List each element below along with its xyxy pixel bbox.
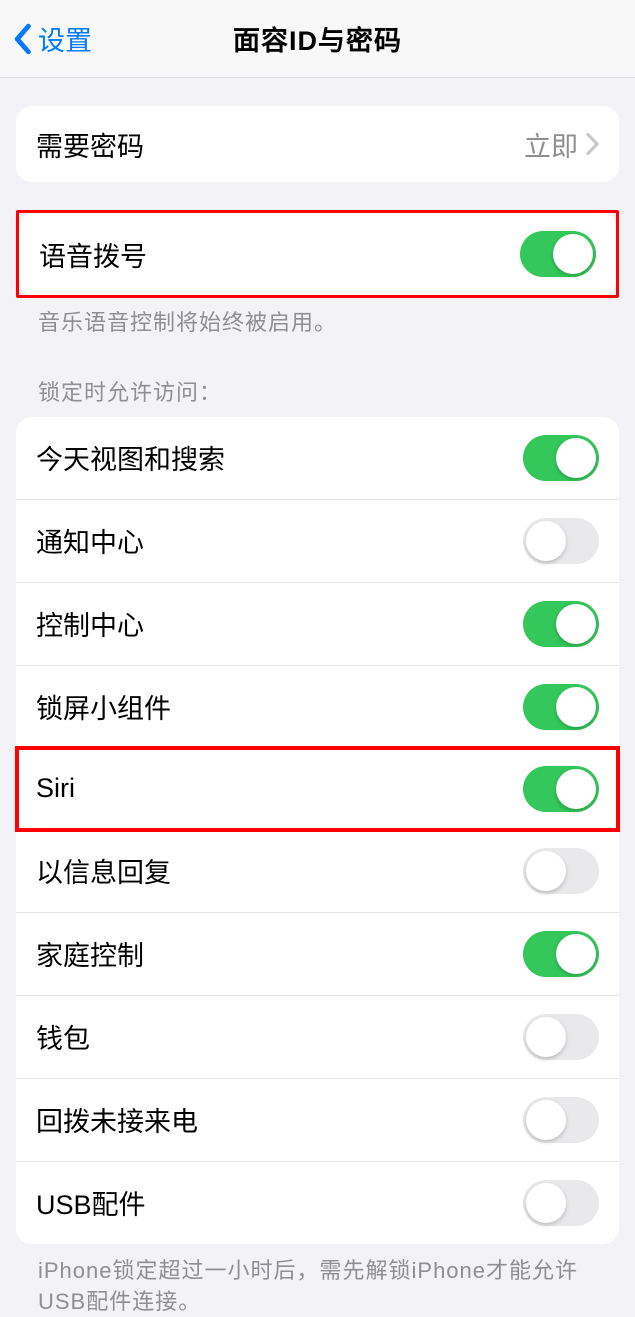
allow-access-footer: iPhone锁定超过一小时后，需先解锁iPhone才能允许USB配件连接。: [16, 1244, 619, 1317]
allow-item-toggle[interactable]: [523, 766, 599, 812]
allow-item-row: 控制中心: [16, 582, 619, 665]
voice-dial-footer: 音乐语音控制将始终被启用。: [16, 298, 619, 339]
chevron-left-icon: [12, 23, 32, 55]
allow-item-row: 家庭控制: [16, 912, 619, 995]
allow-item-label: 钱包: [36, 1017, 90, 1056]
allow-item-toggle[interactable]: [523, 931, 599, 977]
allow-item-row: 今天视图和搜索: [16, 417, 619, 499]
navigation-bar: 设置 面容ID与密码: [0, 0, 635, 78]
allow-item-row: 锁屏小组件: [16, 665, 619, 748]
allow-item-row: 钱包: [16, 995, 619, 1078]
allow-item-row: Siri: [16, 748, 619, 830]
back-button[interactable]: 设置: [12, 19, 92, 58]
allow-access-header: 锁定时允许访问：: [16, 375, 619, 417]
allow-item-row: 以信息回复: [16, 830, 619, 912]
allow-item-label: Siri: [36, 773, 75, 804]
allow-item-label: 家庭控制: [36, 934, 144, 973]
allow-item-label: USB配件: [36, 1183, 146, 1222]
allow-item-toggle[interactable]: [523, 1014, 599, 1060]
allow-item-toggle[interactable]: [523, 1180, 599, 1226]
allow-item-toggle[interactable]: [523, 684, 599, 730]
allow-item-row: 回拨未接来电: [16, 1078, 619, 1161]
allow-item-row: 通知中心: [16, 499, 619, 582]
require-passcode-value: 立即: [524, 125, 578, 164]
allow-item-label: 今天视图和搜索: [36, 438, 225, 477]
allow-item-label: 通知中心: [36, 521, 144, 560]
allow-item-label: 回拨未接来电: [36, 1100, 198, 1139]
voice-dial-toggle[interactable]: [520, 231, 596, 277]
allow-access-list: 今天视图和搜索通知中心控制中心锁屏小组件 Siri 以信息回复家庭控制钱包回拨未接来…: [16, 417, 619, 1244]
allow-item-row: USB配件: [16, 1161, 619, 1244]
back-label: 设置: [38, 19, 92, 58]
voice-dial-row: 语音拨号: [19, 213, 616, 295]
allow-item-label: 锁屏小组件: [36, 687, 171, 726]
allow-item-toggle[interactable]: [523, 848, 599, 894]
voice-dial-label: 语音拨号: [39, 235, 147, 274]
require-passcode-row[interactable]: 需要密码 立即: [16, 106, 619, 182]
allow-item-label: 以信息回复: [36, 851, 171, 890]
require-passcode-label: 需要密码: [36, 125, 144, 164]
allow-item-toggle[interactable]: [523, 435, 599, 481]
allow-item-toggle[interactable]: [523, 1097, 599, 1143]
page-title: 面容ID与密码: [233, 19, 402, 58]
allow-item-toggle[interactable]: [523, 601, 599, 647]
allow-item-label: 控制中心: [36, 604, 144, 643]
allow-item-toggle[interactable]: [523, 518, 599, 564]
chevron-right-icon: [586, 133, 599, 155]
